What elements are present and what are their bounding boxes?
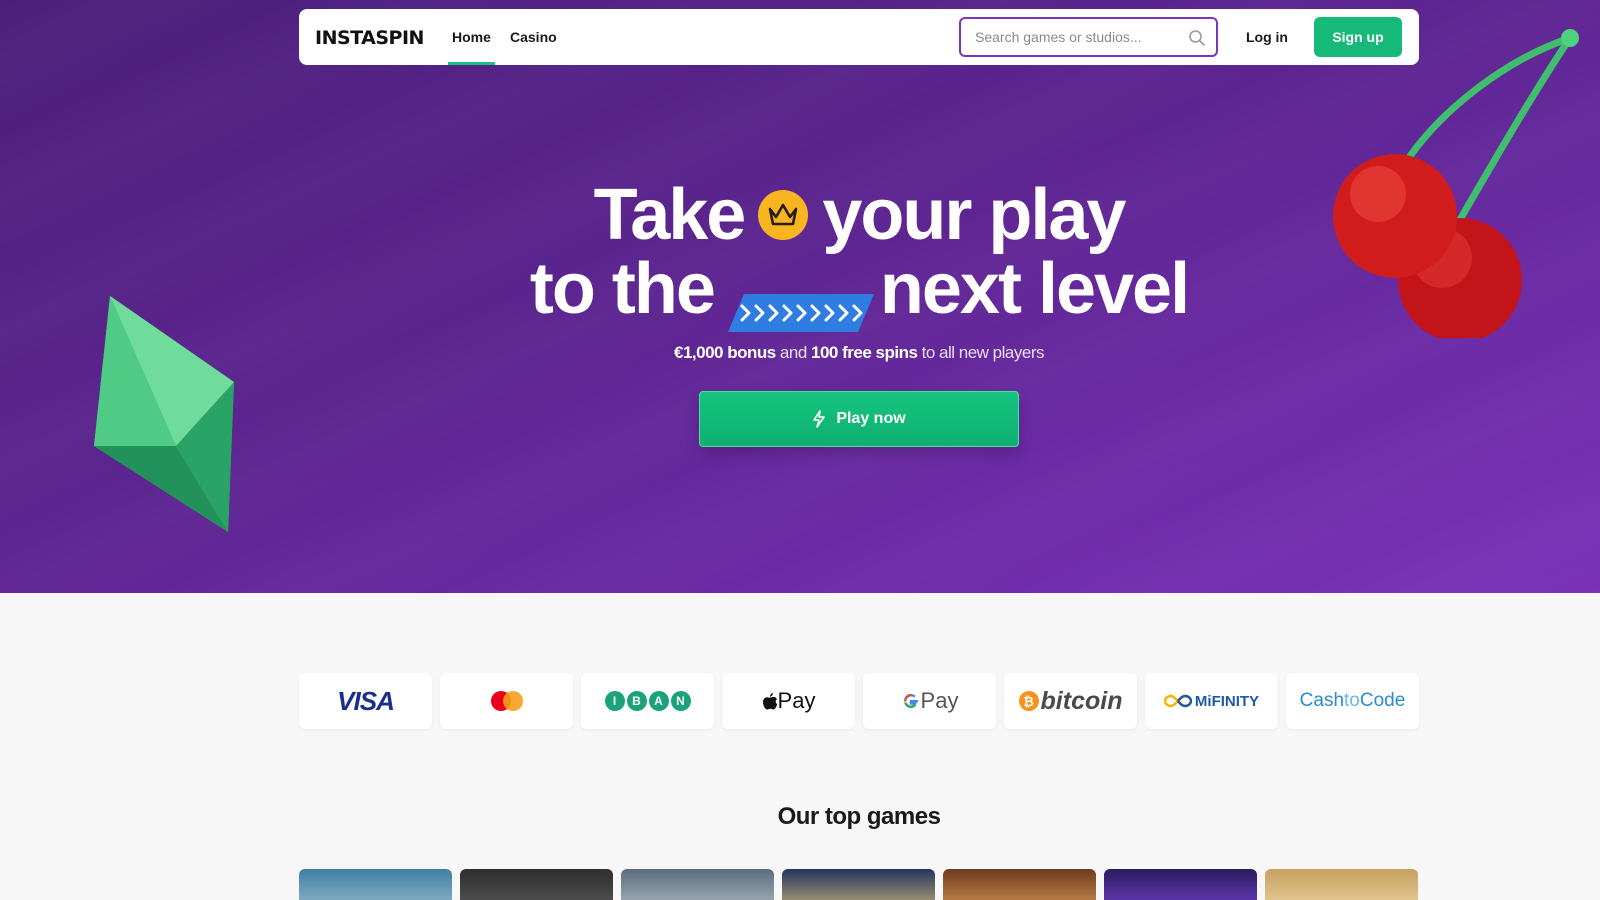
payment-iban: I B A N [581, 673, 714, 729]
search-icon[interactable] [1188, 29, 1206, 47]
login-button[interactable]: Log in [1246, 9, 1288, 65]
headline-next-level: next level [879, 249, 1190, 329]
headline-take: Take [593, 175, 747, 255]
apple-pay-label: Pay [777, 688, 816, 713]
mifinity-label: MiFINITY [1194, 692, 1260, 710]
payment-google-pay: Pay [863, 673, 996, 729]
game-tile[interactable] [621, 869, 774, 900]
cashtocode-logo: CashtoCode [1300, 690, 1406, 712]
cashtocode-code: Code [1359, 690, 1406, 711]
and-text: and [775, 343, 812, 362]
payment-methods: VISA I B A N Pay Pay ₿ bitcoin MiFINITY C… [299, 673, 1419, 729]
play-now-label: Play now [836, 410, 906, 427]
signup-button[interactable]: Sign up [1314, 17, 1402, 57]
payment-apple-pay: Pay [722, 673, 855, 729]
google-g-icon [903, 693, 918, 709]
nav-casino[interactable]: Casino [510, 9, 557, 65]
bitcoin-logo: ₿ bitcoin [1018, 686, 1123, 716]
play-now-button[interactable]: Play now [699, 391, 1019, 447]
top-navbar: INSTASPIN Home Casino Log in Sign up [299, 9, 1419, 65]
nav-home[interactable]: Home [448, 9, 495, 65]
game-tile[interactable] [943, 869, 1096, 900]
new-players-text: to all new players [917, 343, 1045, 362]
payment-cashtocode: CashtoCode [1286, 673, 1419, 729]
mastercard-logo [490, 691, 523, 711]
bitcoin-label: bitcoin [1040, 686, 1123, 715]
game-tile[interactable] [1265, 869, 1418, 900]
game-tile[interactable] [299, 869, 452, 900]
payment-bitcoin: ₿ bitcoin [1004, 673, 1137, 729]
iban-letter: I [604, 691, 625, 711]
hero-subline: €1,000 bonus and 100 free spins to all n… [0, 343, 1600, 363]
lightning-icon [813, 410, 826, 428]
iban-logo: I B A N [604, 691, 691, 711]
cashtocode-cash: Cash [1299, 690, 1345, 711]
speed-arrows-icon [727, 271, 874, 332]
iban-letter: N [670, 691, 691, 711]
payment-mifinity: MiFINITY [1145, 673, 1278, 729]
hero-section: INSTASPIN Home Casino Log in Sign up Tak… [0, 0, 1600, 593]
iban-letter: B [626, 691, 647, 711]
bonus-text: €1,000 bonus [673, 343, 776, 362]
game-tile[interactable] [460, 869, 613, 900]
payment-visa: VISA [299, 673, 432, 729]
top-games-row [299, 869, 1419, 900]
apple-icon [762, 692, 777, 709]
crown-icon [758, 189, 809, 240]
search-input[interactable] [975, 29, 1185, 45]
top-games-title: Our top games [777, 803, 941, 830]
infinity-icon [1163, 694, 1192, 708]
payment-mastercard [440, 673, 573, 729]
bitcoin-coin-icon: ₿ [1018, 691, 1039, 711]
search-box [959, 17, 1218, 57]
instaspin-logo[interactable]: INSTASPIN [315, 27, 424, 49]
headline-your-play: your play [822, 175, 1126, 255]
iban-letter: A [648, 691, 669, 711]
green-gem-illustration [94, 296, 234, 532]
mifinity-logo: MiFINITY [1163, 692, 1260, 710]
headline-line-2: to the next level [0, 249, 1600, 332]
game-tile[interactable] [1104, 869, 1257, 900]
headline-to-the: to the [529, 249, 716, 329]
google-pay-label: Pay [920, 688, 959, 713]
game-tile[interactable] [782, 869, 935, 900]
visa-logo: VISA [337, 685, 395, 716]
free-spins-text: 100 free spins [811, 343, 918, 362]
hero-headline: Take your play to the next level [0, 178, 1600, 332]
headline-line-1: Take your play [0, 178, 1600, 252]
cashtocode-to: to [1344, 690, 1360, 711]
